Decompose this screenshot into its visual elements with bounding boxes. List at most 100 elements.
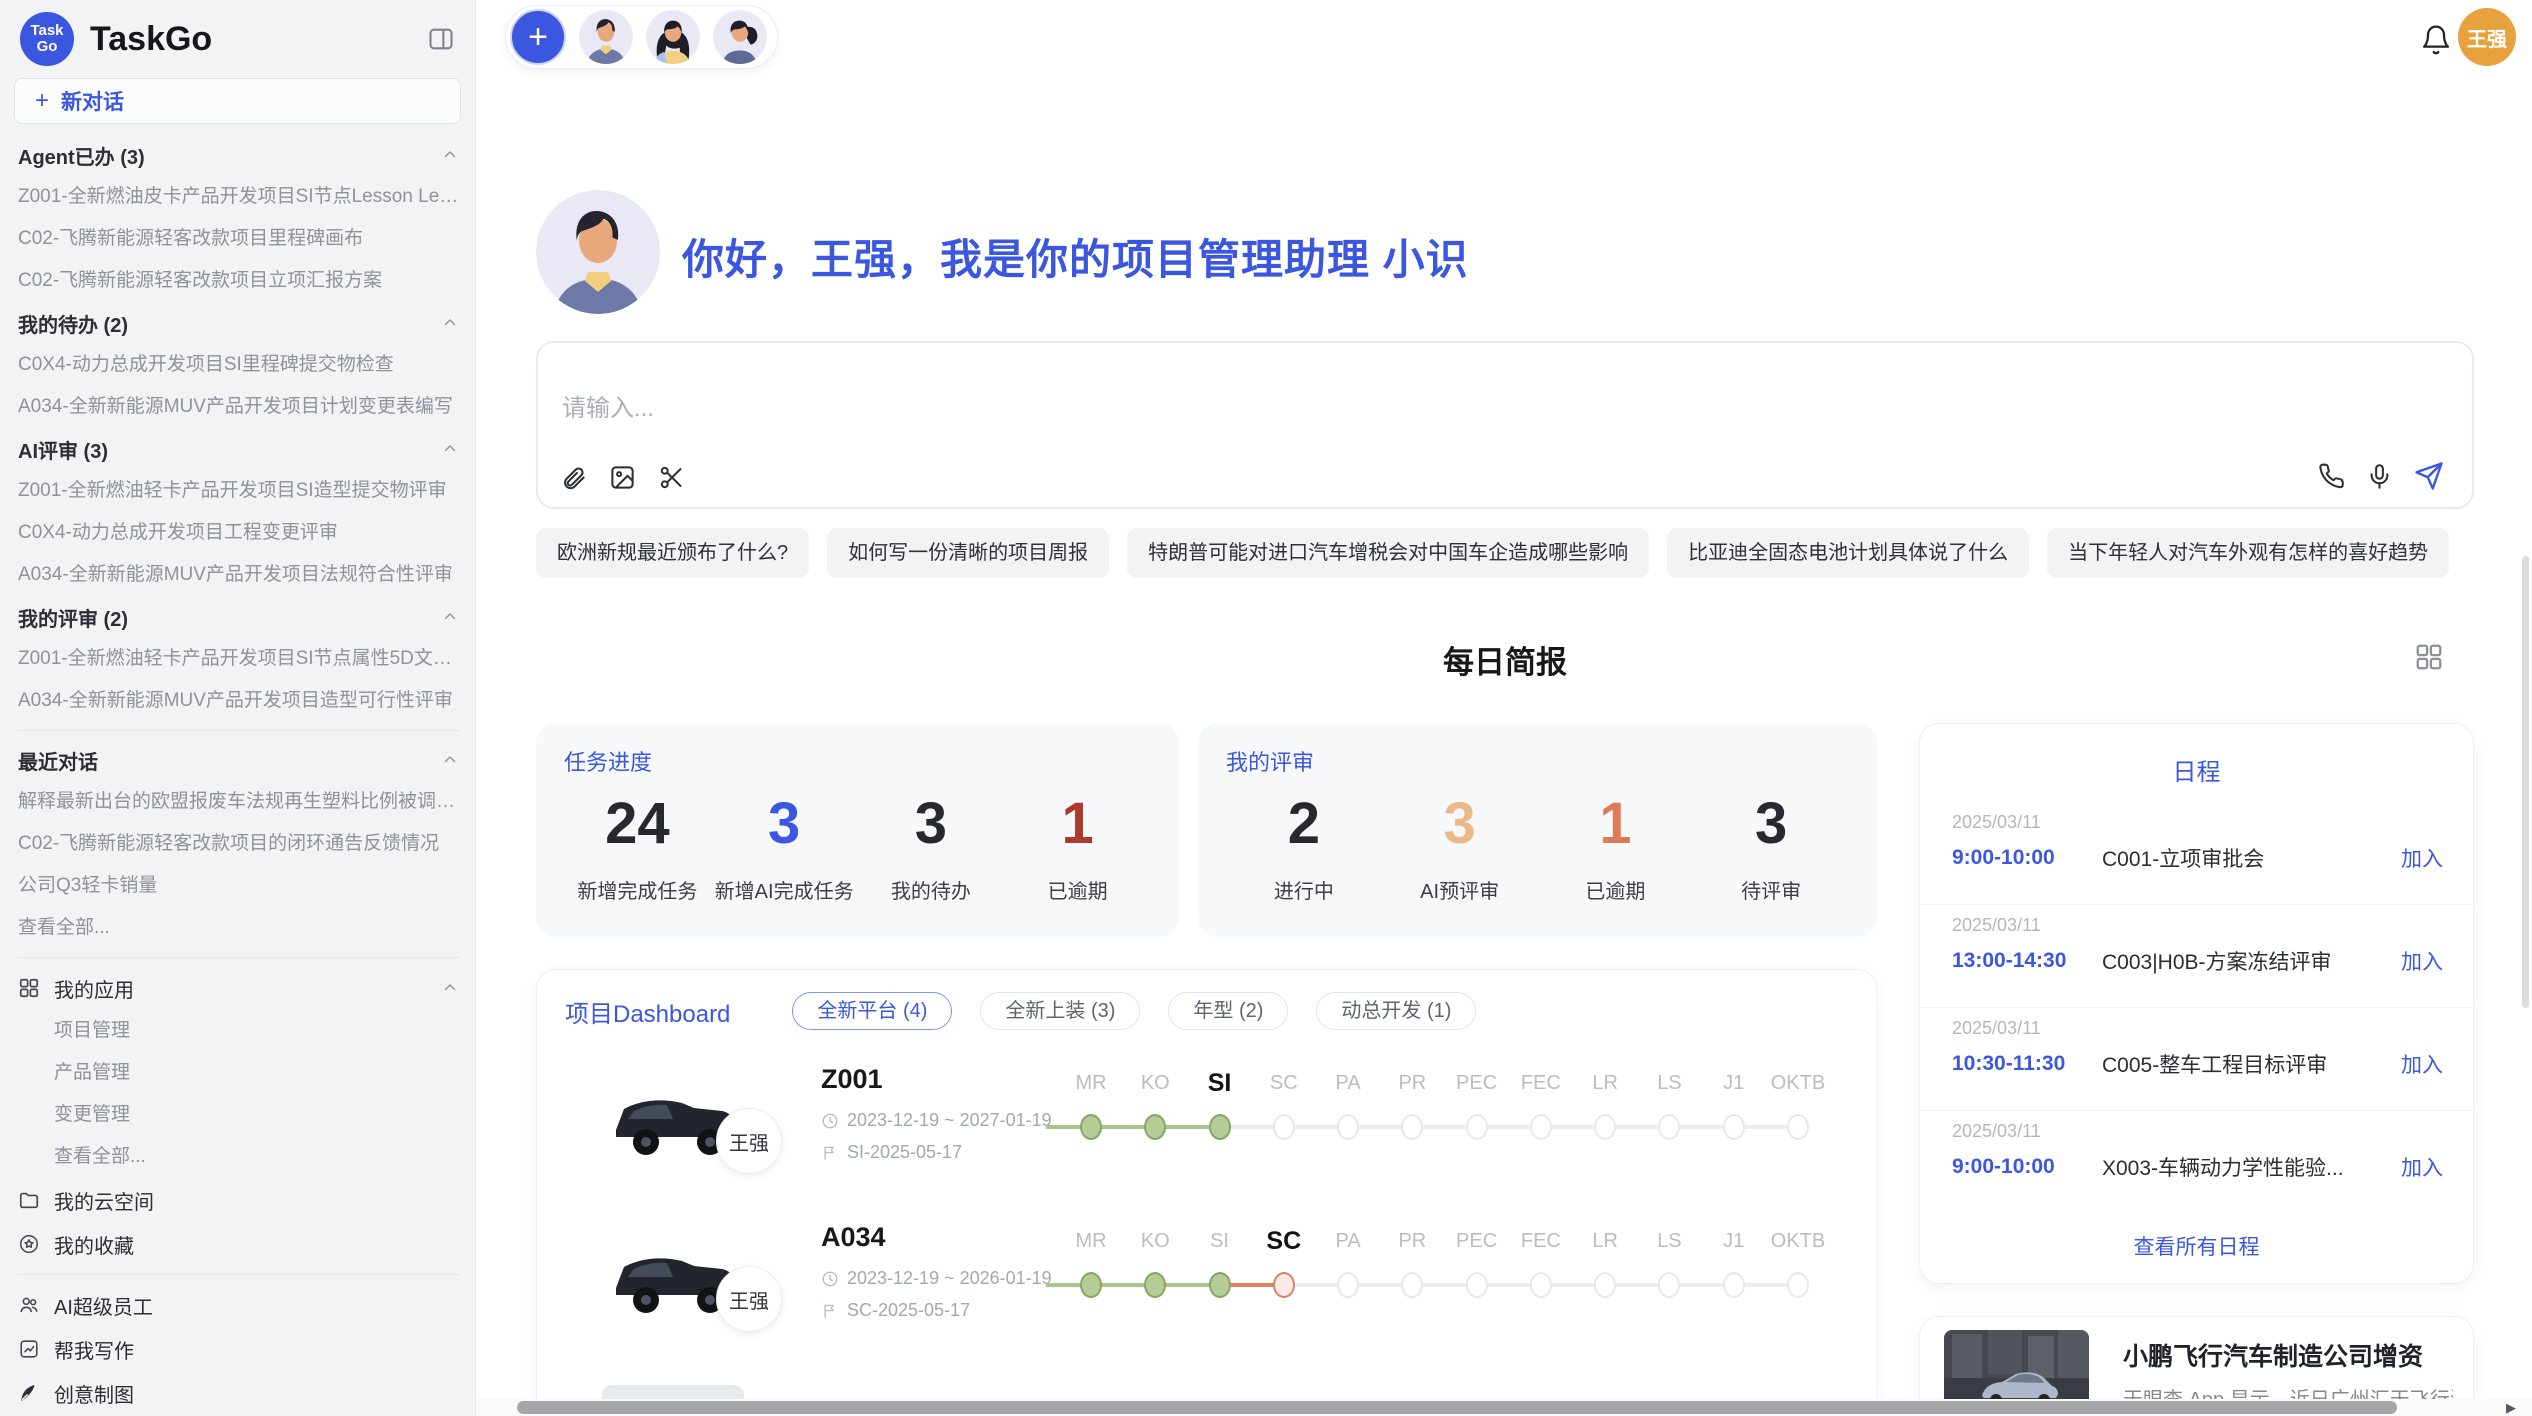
app-item[interactable]: 项目管理 — [18, 1010, 459, 1052]
sidebar-footer-item[interactable]: 创意制图 — [18, 1371, 459, 1415]
join-link[interactable]: 加入 — [2401, 1152, 2443, 1182]
my-apps-header[interactable]: 我的应用 — [18, 966, 459, 1010]
sidebar-item[interactable]: Z001-全新燃油轻卡产品开发项目SI节点属性5D文件评审 — [18, 638, 459, 680]
view-all-schedule-link[interactable]: 查看所有日程 — [1920, 1231, 2473, 1261]
milestone-dot[interactable] — [1530, 1272, 1552, 1298]
join-link[interactable]: 加入 — [2401, 1049, 2443, 1079]
attachment-icon[interactable] — [560, 464, 587, 491]
milestone-dot[interactable] — [1401, 1114, 1423, 1140]
stat-value: 3 — [1693, 785, 1849, 863]
sidebar-item[interactable]: Z001-全新燃油皮卡产品开发项目SI节点Lesson Learn报告 — [18, 176, 459, 218]
milestone-dot[interactable] — [1530, 1114, 1552, 1140]
project-dates: 2023-12-19 ~ 2026-01-19 — [821, 1268, 1052, 1289]
sidebar-item[interactable]: C02-飞腾新能源轻客改款项目立项汇报方案 — [18, 260, 459, 302]
agent-avatar[interactable] — [713, 10, 767, 64]
recent-chats-header[interactable]: 最近对话 — [18, 739, 459, 781]
chevron-up-icon[interactable] — [441, 314, 459, 332]
milestone-dot[interactable] — [1658, 1272, 1680, 1298]
milestone-dot[interactable] — [1787, 1114, 1809, 1140]
agent-avatar[interactable] — [646, 10, 700, 64]
milestone-dot[interactable] — [1787, 1272, 1809, 1298]
chevron-up-icon[interactable] — [441, 146, 459, 164]
scissors-icon[interactable] — [658, 464, 685, 491]
join-link[interactable]: 加入 — [2401, 843, 2443, 873]
stat-card-title: 我的评审 — [1226, 745, 1849, 777]
message-input-box[interactable] — [536, 341, 2474, 509]
microphone-icon[interactable] — [2366, 463, 2393, 490]
suggestion-chip[interactable]: 如何写一份清晰的项目周报 — [827, 528, 1109, 578]
vertical-scrollbar[interactable] — [2522, 556, 2529, 1008]
suggestion-chip[interactable]: 特朗普可能对进口汽车增税会对中国车企造成哪些影响 — [1127, 528, 1649, 578]
recent-chat-item[interactable]: 公司Q3轻卡销量 — [18, 865, 459, 907]
sidebar-item[interactable]: Z001-全新燃油轻卡产品开发项目SI造型提交物评审 — [18, 470, 459, 512]
sidebar-item-folder[interactable]: 我的云空间 — [18, 1178, 459, 1222]
sidebar-item[interactable]: A034-全新新能源MUV产品开发项目法规符合性评审 — [18, 554, 459, 596]
sidebar-item[interactable]: C0X4-动力总成开发项目SI里程碑提交物检查 — [18, 344, 459, 386]
layout-grid-icon[interactable] — [2414, 642, 2444, 672]
add-agent-button[interactable]: + — [510, 9, 566, 65]
milestone-dot[interactable] — [1337, 1272, 1359, 1298]
dashboard-tab[interactable]: 全新上装 (3) — [980, 992, 1140, 1030]
dashboard-tab[interactable]: 动总开发 (1) — [1316, 992, 1476, 1030]
notification-bell-icon[interactable] — [2420, 24, 2452, 56]
recent-chat-item[interactable]: 解释最新出台的欧盟报废车法规再生塑料比例被调至15%... — [18, 781, 459, 823]
suggestion-chip[interactable]: 比亚迪全固态电池计划具体说了什么 — [1667, 528, 2029, 578]
milestone-dot[interactable] — [1144, 1272, 1166, 1298]
agent-avatar[interactable] — [579, 10, 633, 64]
phone-icon[interactable] — [2318, 463, 2345, 490]
horizontal-scrollbar-thumb[interactable] — [517, 1401, 2397, 1414]
message-input[interactable] — [562, 395, 2062, 423]
milestone-dot[interactable] — [1337, 1114, 1359, 1140]
send-icon[interactable] — [2414, 461, 2444, 491]
sidebar-section-header[interactable]: 我的评审 (2) — [18, 596, 459, 638]
milestone-dot[interactable] — [1723, 1272, 1745, 1298]
milestone-dot[interactable] — [1144, 1114, 1166, 1140]
milestone-dot[interactable] — [1594, 1272, 1616, 1298]
sidebar-section-header[interactable]: Agent已办 (3) — [18, 134, 459, 176]
milestone-dot[interactable] — [1723, 1114, 1745, 1140]
sidebar-item[interactable]: A034-全新新能源MUV产品开发项目计划变更表编写 — [18, 386, 459, 428]
recent-chat-item[interactable]: C02-飞腾新能源轻客改款项目的闭环通告反馈情况 — [18, 823, 459, 865]
milestone-dot[interactable] — [1401, 1272, 1423, 1298]
chevron-up-icon[interactable] — [441, 751, 459, 769]
milestone-dot[interactable] — [1080, 1272, 1102, 1298]
collapse-sidebar-icon[interactable] — [427, 25, 455, 53]
milestone-dot[interactable] — [1273, 1272, 1295, 1298]
sidebar-item[interactable]: A034-全新新能源MUV产品开发项目造型可行性评审 — [18, 680, 459, 722]
milestone-dot[interactable] — [1209, 1114, 1231, 1140]
sidebar-section-header[interactable]: 我的待办 (2) — [18, 302, 459, 344]
greeting-text: 你好，王强，我是你的项目管理助理 小识 — [682, 226, 1469, 287]
milestone-dot[interactable] — [1273, 1114, 1295, 1140]
sidebar-footer-item[interactable]: 帮我写作 — [18, 1327, 459, 1371]
milestone-dot[interactable] — [1658, 1114, 1680, 1140]
milestone-dot[interactable] — [1080, 1114, 1102, 1140]
new-chat-button[interactable]: + 新对话 — [14, 78, 461, 124]
chevron-up-icon[interactable] — [441, 608, 459, 626]
app-item[interactable]: 查看全部... — [18, 1136, 459, 1178]
dashboard-tab[interactable]: 年型 (2) — [1168, 992, 1288, 1030]
sidebar-item[interactable]: C0X4-动力总成开发项目工程变更评审 — [18, 512, 459, 554]
dashboard-tab[interactable]: 全新平台 (4) — [792, 992, 952, 1030]
sidebar-footer-item[interactable]: AI超级员工 — [18, 1283, 459, 1327]
app-item[interactable]: 产品管理 — [18, 1052, 459, 1094]
user-avatar[interactable]: 王强 — [2458, 8, 2516, 66]
recent-chats-more[interactable]: 查看全部... — [18, 907, 459, 949]
horizontal-scrollbar[interactable]: ▶ — [476, 1399, 2532, 1416]
sidebar-item[interactable]: C02-飞腾新能源轻客改款项目里程碑画布 — [18, 218, 459, 260]
suggestion-chip[interactable]: 当下年轻人对汽车外观有怎样的喜好趋势 — [2047, 528, 2449, 578]
sidebar-item-star[interactable]: 我的收藏 — [18, 1222, 459, 1266]
milestone-dot[interactable] — [1466, 1114, 1488, 1140]
event-date: 2025/03/11 — [1952, 1121, 2443, 1142]
milestone-dot[interactable] — [1594, 1114, 1616, 1140]
chevron-up-icon[interactable] — [441, 440, 459, 458]
chevron-up-icon[interactable] — [441, 979, 459, 997]
milestone-dot[interactable] — [1466, 1272, 1488, 1298]
sidebar-section-header[interactable]: AI评审 (3) — [18, 428, 459, 470]
app-item[interactable]: 变更管理 — [18, 1094, 459, 1136]
join-link[interactable]: 加入 — [2401, 946, 2443, 976]
milestone-dot[interactable] — [1209, 1272, 1231, 1298]
event-time: 9:00-10:00 — [1952, 846, 2102, 870]
image-icon[interactable] — [609, 464, 636, 491]
scroll-right-arrow-icon[interactable]: ▶ — [2506, 1400, 2516, 1416]
suggestion-chip[interactable]: 欧洲新规最近颁布了什么? — [536, 528, 809, 578]
